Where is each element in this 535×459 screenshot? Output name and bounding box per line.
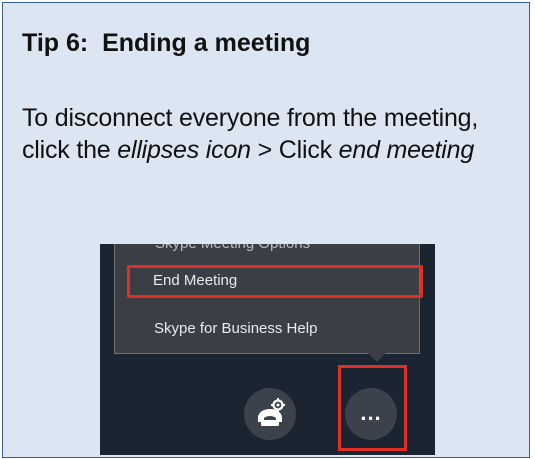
end-meeting-highlight <box>127 265 423 298</box>
tip-title: Tip 6: Ending a meeting <box>22 29 311 57</box>
more-options-menu: Skype Meeting Options End Meeting Skype … <box>114 244 423 354</box>
menu-item-partial[interactable]: Skype Meeting Options <box>155 244 310 252</box>
skype-screenshot: Skype Meeting Options End Meeting Skype … <box>100 244 435 455</box>
menu-item-help[interactable]: Skype for Business Help <box>127 313 411 345</box>
tip-body-text-2: > Click <box>250 136 339 164</box>
menu-pointer <box>367 352 387 362</box>
call-controls-icon <box>258 398 285 426</box>
more-options-highlight <box>338 365 407 451</box>
tip-body-emphasis-end-meeting: end meeting <box>338 136 475 164</box>
tip-body-emphasis-ellipses: ellipses icon <box>117 136 251 164</box>
tip-body: To disconnect everyone from the meeting,… <box>22 102 522 166</box>
call-controls-button[interactable] <box>244 388 296 440</box>
